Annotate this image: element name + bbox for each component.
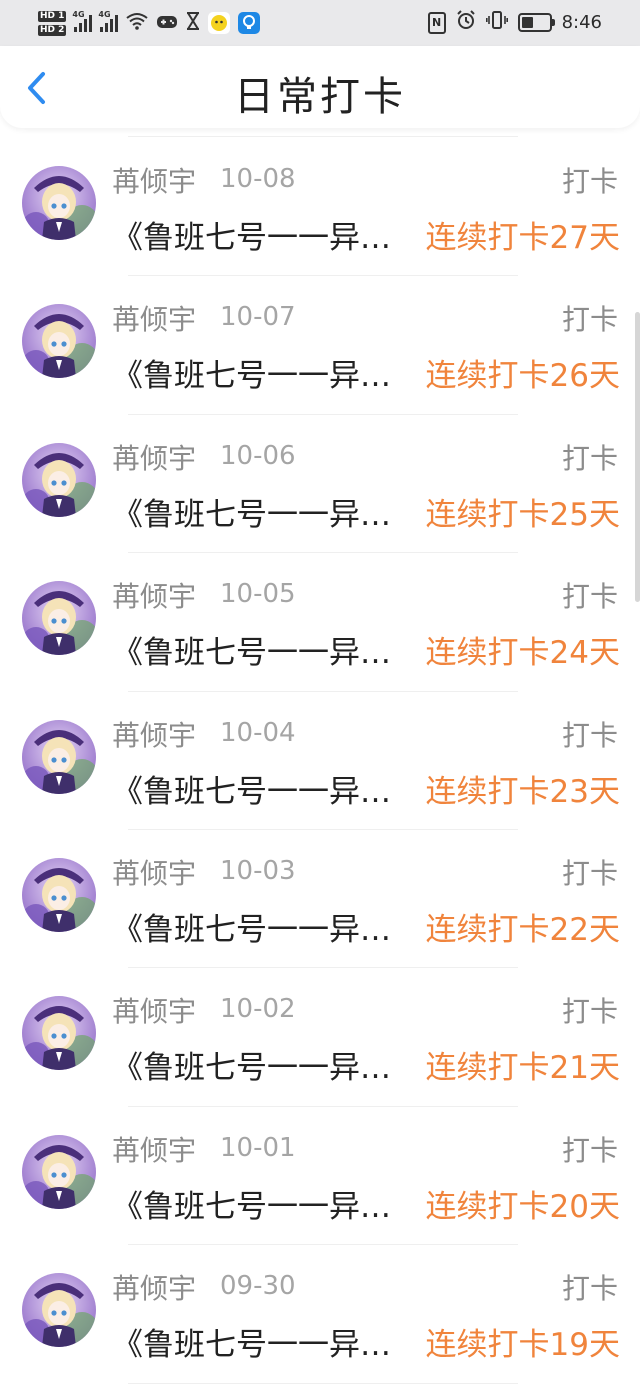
alarm-icon (456, 10, 476, 35)
signal-icon: 4G (72, 10, 93, 32)
status-left-group: HD 1 HD 2 4G 4G (38, 6, 261, 40)
action-label: 打卡 (561, 303, 618, 337)
nfc-icon: N (427, 11, 446, 34)
avatar[interactable] (22, 719, 96, 794)
status-bar: HD 1 HD 2 4G 4G N 8:46 (0, 0, 640, 46)
action-label: 打卡 (561, 580, 618, 614)
checkin-row[interactable]: 苒倾宇 10-06 打卡 《鲁班七号一一异… 连续打卡25天 (0, 415, 640, 554)
streak-label: 连续打卡26天 (425, 358, 620, 395)
status-time: 8:46 (561, 12, 602, 33)
avatar[interactable] (22, 1134, 96, 1209)
page-title: 日常打卡 (234, 74, 406, 120)
divider (128, 1382, 518, 1384)
action-label: 打卡 (561, 995, 618, 1029)
checkin-date: 10-03 (220, 855, 296, 886)
book-title: 《鲁班七号一一异… (112, 1327, 391, 1364)
action-label: 打卡 (561, 165, 618, 198)
checkin-date: 10-06 (220, 440, 296, 471)
checkin-list[interactable]: 苒倾宇 10-08 打卡 《鲁班七号一一异… 连续打卡27天 苒倾宇 10-07… (0, 138, 640, 1384)
action-label: 打卡 (561, 1272, 618, 1306)
sim1-indicator: HD 1 (38, 10, 67, 22)
avatar[interactable] (22, 304, 96, 379)
checkin-date: 10-02 (220, 994, 296, 1025)
streak-label: 连续打卡21天 (425, 1050, 620, 1087)
avatar[interactable] (22, 1273, 96, 1348)
app-icon (238, 12, 261, 34)
book-title: 《鲁班七号一一异… (112, 773, 391, 810)
hourglass-icon (186, 12, 200, 34)
book-title: 《鲁班七号一一异… (112, 220, 391, 256)
battery-icon (517, 13, 555, 32)
game-icon (156, 13, 178, 33)
checkin-row[interactable]: 苒倾宇 10-03 打卡 《鲁班七号一一异… 连续打卡22天 (0, 830, 640, 969)
signal-icon: 4G (98, 10, 119, 32)
avatar[interactable] (22, 166, 96, 240)
checkin-row[interactable]: 苒倾宇 10-08 打卡 《鲁班七号一一异… 连续打卡27天 (0, 138, 640, 277)
checkin-row[interactable]: 苒倾宇 10-04 打卡 《鲁班七号一一异… 连续打卡23天 (0, 692, 640, 830)
book-title: 《鲁班七号一一异… (112, 1050, 391, 1087)
action-label: 打卡 (561, 856, 618, 890)
book-title: 《鲁班七号一一异… (112, 635, 391, 672)
avatar[interactable] (22, 581, 96, 656)
user-name: 苒倾宇 (112, 995, 197, 1029)
streak-label: 连续打卡19天 (425, 1327, 620, 1364)
action-label: 打卡 (561, 1133, 618, 1167)
network1-label: 4G (72, 10, 85, 19)
avatar[interactable] (22, 996, 96, 1071)
book-title: 《鲁班七号一一异… (112, 1188, 391, 1225)
user-name: 苒倾宇 (112, 303, 197, 337)
user-name: 苒倾宇 (112, 1272, 197, 1306)
nav-bar: 日常打卡 (0, 46, 640, 128)
scrollbar[interactable] (635, 312, 640, 602)
checkin-date: 10-08 (220, 164, 296, 194)
user-name: 苒倾宇 (112, 718, 197, 752)
vibrate-icon (485, 10, 508, 35)
checkin-row[interactable]: 苒倾宇 10-07 打卡 《鲁班七号一一异… 连续打卡26天 (0, 276, 640, 415)
user-name: 苒倾宇 (112, 165, 197, 198)
streak-label: 连续打卡24天 (425, 635, 620, 672)
avatar[interactable] (22, 857, 96, 932)
action-label: 打卡 (561, 718, 618, 752)
wifi-icon (126, 12, 149, 34)
checkin-date: 10-07 (220, 302, 296, 333)
user-name: 苒倾宇 (112, 441, 197, 475)
book-title: 《鲁班七号一一异… (112, 358, 391, 395)
streak-label: 连续打卡25天 (425, 496, 620, 533)
status-right-group: N 8:46 (427, 10, 602, 35)
streak-label: 连续打卡23天 (425, 773, 620, 810)
divider (128, 136, 518, 137)
book-title: 《鲁班七号一一异… (112, 911, 391, 948)
checkin-row[interactable]: 苒倾宇 10-01 打卡 《鲁班七号一一异… 连续打卡20天 (0, 1107, 640, 1246)
sim-indicators: HD 1 HD 2 (38, 10, 67, 36)
streak-label: 连续打卡22天 (425, 911, 620, 948)
checkin-row[interactable]: 苒倾宇 10-05 打卡 《鲁班七号一一异… 连续打卡24天 (0, 553, 640, 692)
checkin-date: 10-05 (220, 579, 296, 610)
battery-level (521, 17, 533, 28)
checkin-date: 10-04 (220, 717, 296, 748)
user-name: 苒倾宇 (112, 1133, 197, 1167)
checkin-date: 10-01 (220, 1132, 296, 1163)
user-name: 苒倾宇 (112, 580, 197, 614)
action-label: 打卡 (561, 441, 618, 475)
book-title: 《鲁班七号一一异… (112, 496, 391, 533)
avatar[interactable] (22, 442, 96, 517)
checkin-row[interactable]: 苒倾宇 09-30 打卡 《鲁班七号一一异… 连续打卡19天 (0, 1245, 640, 1384)
streak-label: 连续打卡20天 (425, 1188, 620, 1225)
network2-label: 4G (98, 10, 111, 19)
app-icon (208, 12, 231, 34)
streak-label: 连续打卡27天 (425, 220, 620, 256)
sim2-indicator: HD 2 (38, 24, 67, 36)
user-name: 苒倾宇 (112, 856, 197, 890)
checkin-date: 09-30 (220, 1271, 296, 1302)
checkin-row[interactable]: 苒倾宇 10-02 打卡 《鲁班七号一一异… 连续打卡21天 (0, 968, 640, 1107)
